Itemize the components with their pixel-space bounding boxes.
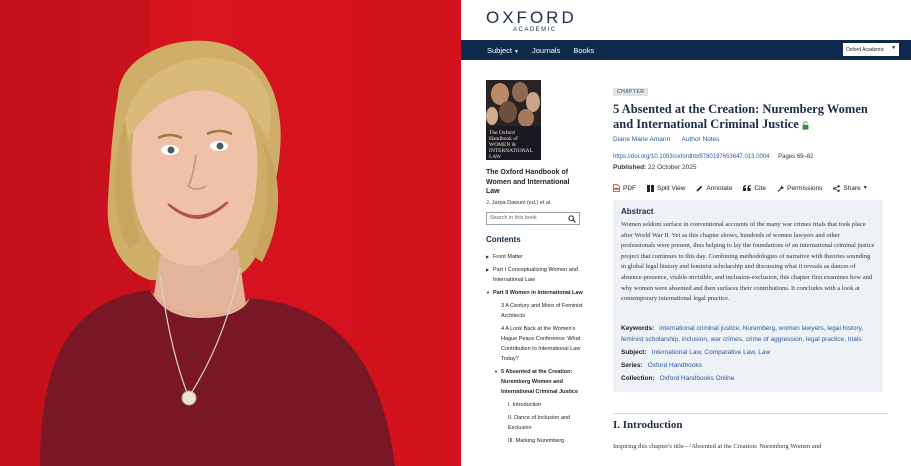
- collection-label: Collection:: [621, 374, 655, 382]
- nav-journals[interactable]: Journals: [532, 46, 560, 55]
- toc-chapter-5[interactable]: ▼ 5 Absented at the Creation: Nuremberg W…: [486, 367, 586, 397]
- abstract-text: Women seldom surface in conventional acc…: [621, 221, 875, 303]
- main-nav: Subject ▼ Journals Books Oxford Academic …: [461, 40, 911, 60]
- caret-right-icon: ▶: [486, 253, 490, 259]
- search-placeholder: Search in this book: [490, 215, 537, 221]
- toc-front-matter[interactable]: ▶ Front Matter: [486, 252, 586, 262]
- split-view-icon: [647, 184, 654, 192]
- collection-link[interactable]: Oxford Handbooks Online: [660, 375, 735, 382]
- cover-title: The Oxford Handbook of WOMEN & INTERNATI…: [489, 130, 533, 160]
- open-access-lock-icon: [802, 120, 809, 130]
- permissions-button[interactable]: Permissions: [777, 185, 822, 192]
- chevron-down-icon: ▼: [862, 185, 868, 191]
- toc-chapter-3[interactable]: 3 A Century and More of Feminist Archite…: [486, 301, 586, 321]
- published-value: 22 October 2025: [648, 164, 697, 171]
- nav-books[interactable]: Books: [573, 46, 594, 55]
- site-header: OXFORD ACADEMIC: [461, 0, 911, 40]
- book-editors: J. Jarpa Dawuni (ed.) et al.: [486, 199, 552, 206]
- introduction-text: Inspiring this chapter's title—'Absented…: [613, 442, 822, 450]
- author-photo: [0, 0, 461, 466]
- series-link[interactable]: Oxford Handbooks: [648, 362, 702, 369]
- book-title[interactable]: The Oxford Handbook of Women and Interna…: [486, 168, 581, 197]
- chevron-down-icon: ▼: [891, 45, 896, 51]
- keywords-list[interactable]: international criminal justice, Nurember…: [621, 325, 863, 343]
- published-date: Published: 22 October 2025: [613, 164, 888, 171]
- toc-section-2[interactable]: II. Dance of Inclusion and Exclusion: [486, 413, 586, 433]
- oxford-academic-page: OXFORD ACADEMIC Subject ▼ Journals Books …: [461, 0, 911, 466]
- page-range: Pages 69–82: [778, 154, 814, 160]
- doi-link[interactable]: https://doi.org/10.1093/oxfordhb/9780197…: [613, 154, 769, 160]
- chapter-title: 5 Absented at the Creation: Nuremberg Wo…: [613, 102, 868, 131]
- toc-part-1[interactable]: ▶ Part I Conceptualizing Women and Intern…: [486, 265, 586, 285]
- wrench-icon: [777, 184, 784, 192]
- toc-chapter-4[interactable]: 4 A Look Back at the Women's Hague Peace…: [486, 324, 586, 364]
- quote-icon: [743, 185, 751, 191]
- site-selector[interactable]: Oxford Academic ▼: [843, 43, 899, 56]
- toc-section-3[interactable]: III. Marking Nuremberg: [486, 436, 586, 446]
- oxford-logo-sub: ACADEMIC: [513, 27, 557, 33]
- keywords-label: Keywords:: [621, 324, 655, 332]
- search-icon[interactable]: [568, 214, 576, 223]
- toc-section-1[interactable]: I. Introduction: [486, 400, 586, 410]
- site-selector-value: Oxford Academic: [846, 46, 885, 53]
- pdf-icon: [613, 184, 620, 192]
- abstract-panel: Abstract Women seldom surface in convent…: [613, 200, 883, 313]
- series-label: Series:: [621, 361, 643, 369]
- doi-row: https://doi.org/10.1093/oxfordhb/9780197…: [613, 154, 888, 160]
- subject-label: Subject:: [621, 348, 647, 356]
- contents-heading: Contents: [486, 234, 521, 244]
- caret-down-icon: ▼: [494, 368, 498, 374]
- annotate-button[interactable]: Annotate: [696, 185, 732, 192]
- nav-subject[interactable]: Subject ▼: [487, 46, 519, 55]
- series-row: Series: Oxford Handbooks: [621, 360, 875, 371]
- published-label: Published:: [613, 164, 647, 171]
- oxford-logo[interactable]: OXFORD: [486, 9, 911, 26]
- pencil-icon: [696, 185, 703, 191]
- author-notes-link[interactable]: Author Notes: [682, 136, 720, 143]
- collection-row: Collection: Oxford Handbooks Online: [621, 373, 875, 384]
- chapter-toolbar: PDF Split View Annotate Cite Permissions…: [613, 184, 888, 192]
- author-link[interactable]: Diane Marie Amann: [613, 136, 670, 143]
- book-sidebar: The Oxford Handbook of WOMEN & INTERNATI…: [486, 80, 586, 446]
- toc-part-2[interactable]: ▼ Part II Women in International Law: [486, 288, 586, 298]
- share-icon: [833, 184, 841, 192]
- share-button[interactable]: Share ▼: [833, 184, 868, 192]
- table-of-contents: ▶ Front Matter ▶ Part I Conceptualizing Wo…: [486, 252, 586, 446]
- introduction-heading: I. Introduction: [613, 412, 888, 431]
- chapter-main: CHAPTER 5 Absented at the Creation: Nure…: [613, 80, 888, 450]
- abstract-heading: Abstract: [621, 207, 654, 216]
- caret-right-icon: ▶: [486, 266, 490, 272]
- chevron-down-icon: ▼: [514, 48, 519, 55]
- split-view-button[interactable]: Split View: [647, 184, 685, 192]
- book-cover[interactable]: The Oxford Handbook of WOMEN & INTERNATI…: [486, 80, 541, 160]
- subject-row: Subject: International Law, Comparative L…: [621, 347, 875, 358]
- chapter-authors: Diane Marie Amann Author Notes: [613, 136, 888, 143]
- cite-button[interactable]: Cite: [743, 185, 766, 192]
- cover-art: [486, 80, 541, 126]
- caret-down-icon: ▼: [486, 289, 490, 295]
- subjects-list[interactable]: International Law, Comparative Law, Law: [652, 349, 771, 356]
- pdf-button[interactable]: PDF: [613, 184, 636, 192]
- keywords-row: Keywords: international criminal justice,…: [621, 317, 875, 345]
- chapter-badge: CHAPTER: [613, 88, 649, 96]
- chapter-metadata: Keywords: international criminal justice,…: [613, 312, 883, 392]
- search-in-book-input[interactable]: Search in this book: [486, 211, 580, 225]
